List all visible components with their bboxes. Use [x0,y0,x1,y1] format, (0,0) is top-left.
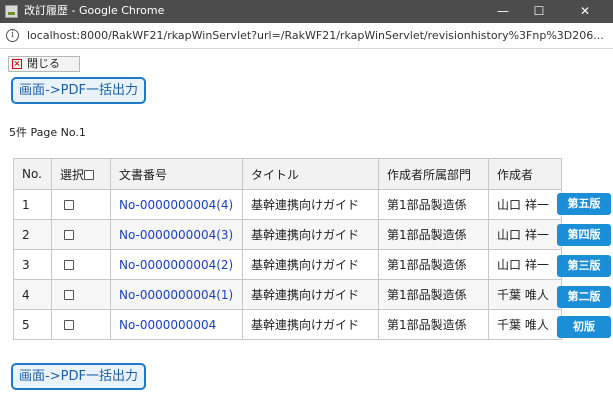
result-summary: 5件 Page No.1 [9,126,86,139]
row-no: 5 [13,309,52,340]
header-author: 作成者 [488,158,562,190]
row-doc-cell: No-0000000004(2) [110,249,243,280]
row-title: 基幹連携向けガイド [242,219,379,250]
maximize-button[interactable]: ☐ [522,0,556,23]
minimize-button[interactable]: — [486,0,520,23]
table-row: 3 No-0000000004(2) 基幹連携向けガイド 第1部品製造係 山口 … [13,249,562,280]
row-author: 千葉 唯人 [488,279,562,310]
row-no: 4 [13,279,52,310]
header-department: 作成者所属部門 [378,158,489,190]
header-doc-number: 文書番号 [110,158,243,190]
row-author: 千葉 唯人 [488,309,562,340]
close-x-icon: × [12,59,22,69]
row-select-cell [51,189,111,220]
row-author: 山口 祥一 [488,189,562,220]
row-checkbox[interactable] [64,290,74,300]
row-checkbox[interactable] [64,320,74,330]
title-bar: 改訂履歴 - Google Chrome — ☐ ✕ [0,0,613,23]
pdf-export-button-top[interactable]: 画面->PDF一括出力 [11,77,146,104]
row-no: 1 [13,189,52,220]
header-select-label: 選択 [60,167,85,182]
row-department: 第1部品製造係 [378,219,489,250]
table-row: 1 No-0000000004(4) 基幹連携向けガイド 第1部品製造係 山口 … [13,189,562,220]
revision-table: No. 選択 文書番号 タイトル 作成者所属部門 作成者 1 No-000000… [13,158,562,340]
version-badge: 第五版 [557,193,611,215]
app-icon [5,5,18,18]
doc-number-link[interactable]: No-0000000004(2) [119,258,233,272]
table-header-row: No. 選択 文書番号 タイトル 作成者所属部門 作成者 [13,158,562,190]
window-close-button[interactable]: ✕ [562,0,608,23]
close-button-label: 閉じる [27,57,60,70]
info-icon[interactable]: i [6,29,19,42]
row-select-cell [51,219,111,250]
header-no: No. [13,158,52,190]
pdf-export-button-bottom[interactable]: 画面->PDF一括出力 [11,363,146,390]
version-badge: 第二版 [557,286,611,308]
row-checkbox[interactable] [64,230,74,240]
version-badge: 第四版 [557,224,611,246]
row-title: 基幹連携向けガイド [242,249,379,280]
url-text[interactable]: localhost:8000/RakWF21/rkapWinServlet?ur… [27,29,607,43]
row-no: 3 [13,249,52,280]
page-content: × 閉じる 画面->PDF一括出力 5件 Page No.1 No. 選択 文書… [0,50,613,413]
row-department: 第1部品製造係 [378,249,489,280]
table-row: 4 No-0000000004(1) 基幹連携向けガイド 第1部品製造係 千葉 … [13,279,562,310]
doc-number-link[interactable]: No-0000000004(3) [119,228,233,242]
row-checkbox[interactable] [64,200,74,210]
row-doc-cell: No-0000000004(4) [110,189,243,220]
doc-number-link[interactable]: No-0000000004(4) [119,198,233,212]
doc-number-link[interactable]: No-0000000004 [119,318,216,332]
row-department: 第1部品製造係 [378,279,489,310]
row-doc-cell: No-0000000004 [110,309,243,340]
close-button[interactable]: × 閉じる [8,56,80,72]
browser-window: 改訂履歴 - Google Chrome — ☐ ✕ i localhost:8… [0,0,613,413]
version-badge: 初版 [557,316,611,338]
row-title: 基幹連携向けガイド [242,279,379,310]
table-row: 5 No-0000000004 基幹連携向けガイド 第1部品製造係 千葉 唯人 [13,309,562,340]
row-doc-cell: No-0000000004(1) [110,279,243,310]
row-checkbox[interactable] [64,260,74,270]
doc-number-link[interactable]: No-0000000004(1) [119,288,233,302]
row-no: 2 [13,219,52,250]
row-title: 基幹連携向けガイド [242,189,379,220]
address-bar: i localhost:8000/RakWF21/rkapWinServlet?… [0,23,613,49]
select-all-checkbox[interactable] [84,170,95,180]
row-select-cell [51,249,111,280]
row-select-cell [51,309,111,340]
row-department: 第1部品製造係 [378,309,489,340]
window-title: 改訂履歴 - Google Chrome [24,4,165,17]
row-title: 基幹連携向けガイド [242,309,379,340]
row-author: 山口 祥一 [488,219,562,250]
table-row: 2 No-0000000004(3) 基幹連携向けガイド 第1部品製造係 山口 … [13,219,562,250]
header-select: 選択 [51,158,111,190]
row-department: 第1部品製造係 [378,189,489,220]
header-title: タイトル [242,158,379,190]
row-author: 山口 祥一 [488,249,562,280]
row-select-cell [51,279,111,310]
version-badge: 第三版 [557,255,611,277]
row-doc-cell: No-0000000004(3) [110,219,243,250]
